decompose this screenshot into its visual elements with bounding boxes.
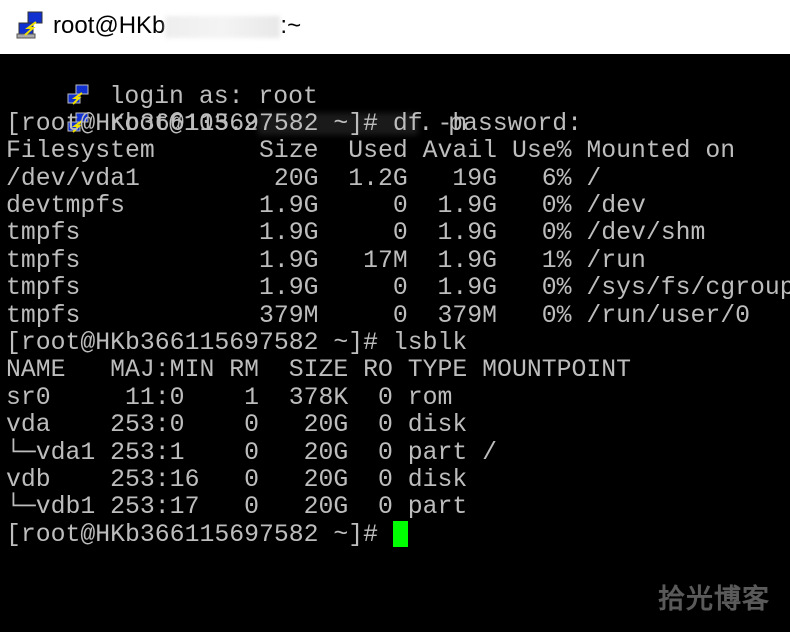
login-line: login as: root: [6, 55, 318, 111]
cursor: [392, 521, 408, 548]
terminal-line: tmpfs 379M 0 379M 0% /run/user/0: [6, 301, 751, 330]
putty-icon: [16, 11, 43, 39]
terminal-line: vda 253:0 0 20G 0 disk: [6, 411, 468, 440]
terminal-line: sr0 11:0 1 378K 0 rom: [6, 383, 453, 412]
title-bar: root@HKb:~: [0, 0, 790, 54]
prompt-line[interactable]: [root@HKb366115697582 ~]#: [6, 521, 408, 549]
redacted-hostname: [165, 15, 281, 38]
terminal-line: └─vda1 253:1 0 20G 0 part /: [6, 438, 498, 467]
terminal-line: tmpfs 1.9G 0 1.9G 0% /dev/shm: [6, 219, 706, 248]
password-line: root@103.2. password:: [6, 82, 582, 138]
terminal-line: NAME MAJ:MIN RM SIZE RO TYPE MOUNTPOINT: [6, 356, 631, 385]
window-title: root@HKb:~: [53, 12, 302, 39]
terminal-line: devtmpfs 1.9G 0 1.9G 0% /dev: [6, 192, 646, 220]
terminal-line: tmpfs 1.9G 0 1.9G 0% /sys/fs/cgroup: [6, 274, 790, 303]
terminal-line: └─vdb1 253:17 0 20G 0 part: [6, 493, 468, 522]
terminal-line: [root@HKb366115697582 ~]# df -h: [6, 109, 468, 138]
terminal-line: vdb 253:16 0 20G 0 disk: [6, 466, 468, 494]
terminal-line: Filesystem Size Used Avail Use% Mounted …: [6, 137, 736, 166]
terminal-line: tmpfs 1.9G 17M 1.9G 1% /run: [6, 246, 646, 275]
terminal[interactable]: login as: root root@103.2. password: [ro…: [3, 54, 790, 632]
terminal-line: /dev/vda1 20G 1.2G 19G 6% /: [6, 164, 602, 193]
terminal-line: [root@HKb366115697582 ~]# lsblk: [6, 329, 468, 357]
watermark: 拾光博客: [658, 584, 770, 615]
